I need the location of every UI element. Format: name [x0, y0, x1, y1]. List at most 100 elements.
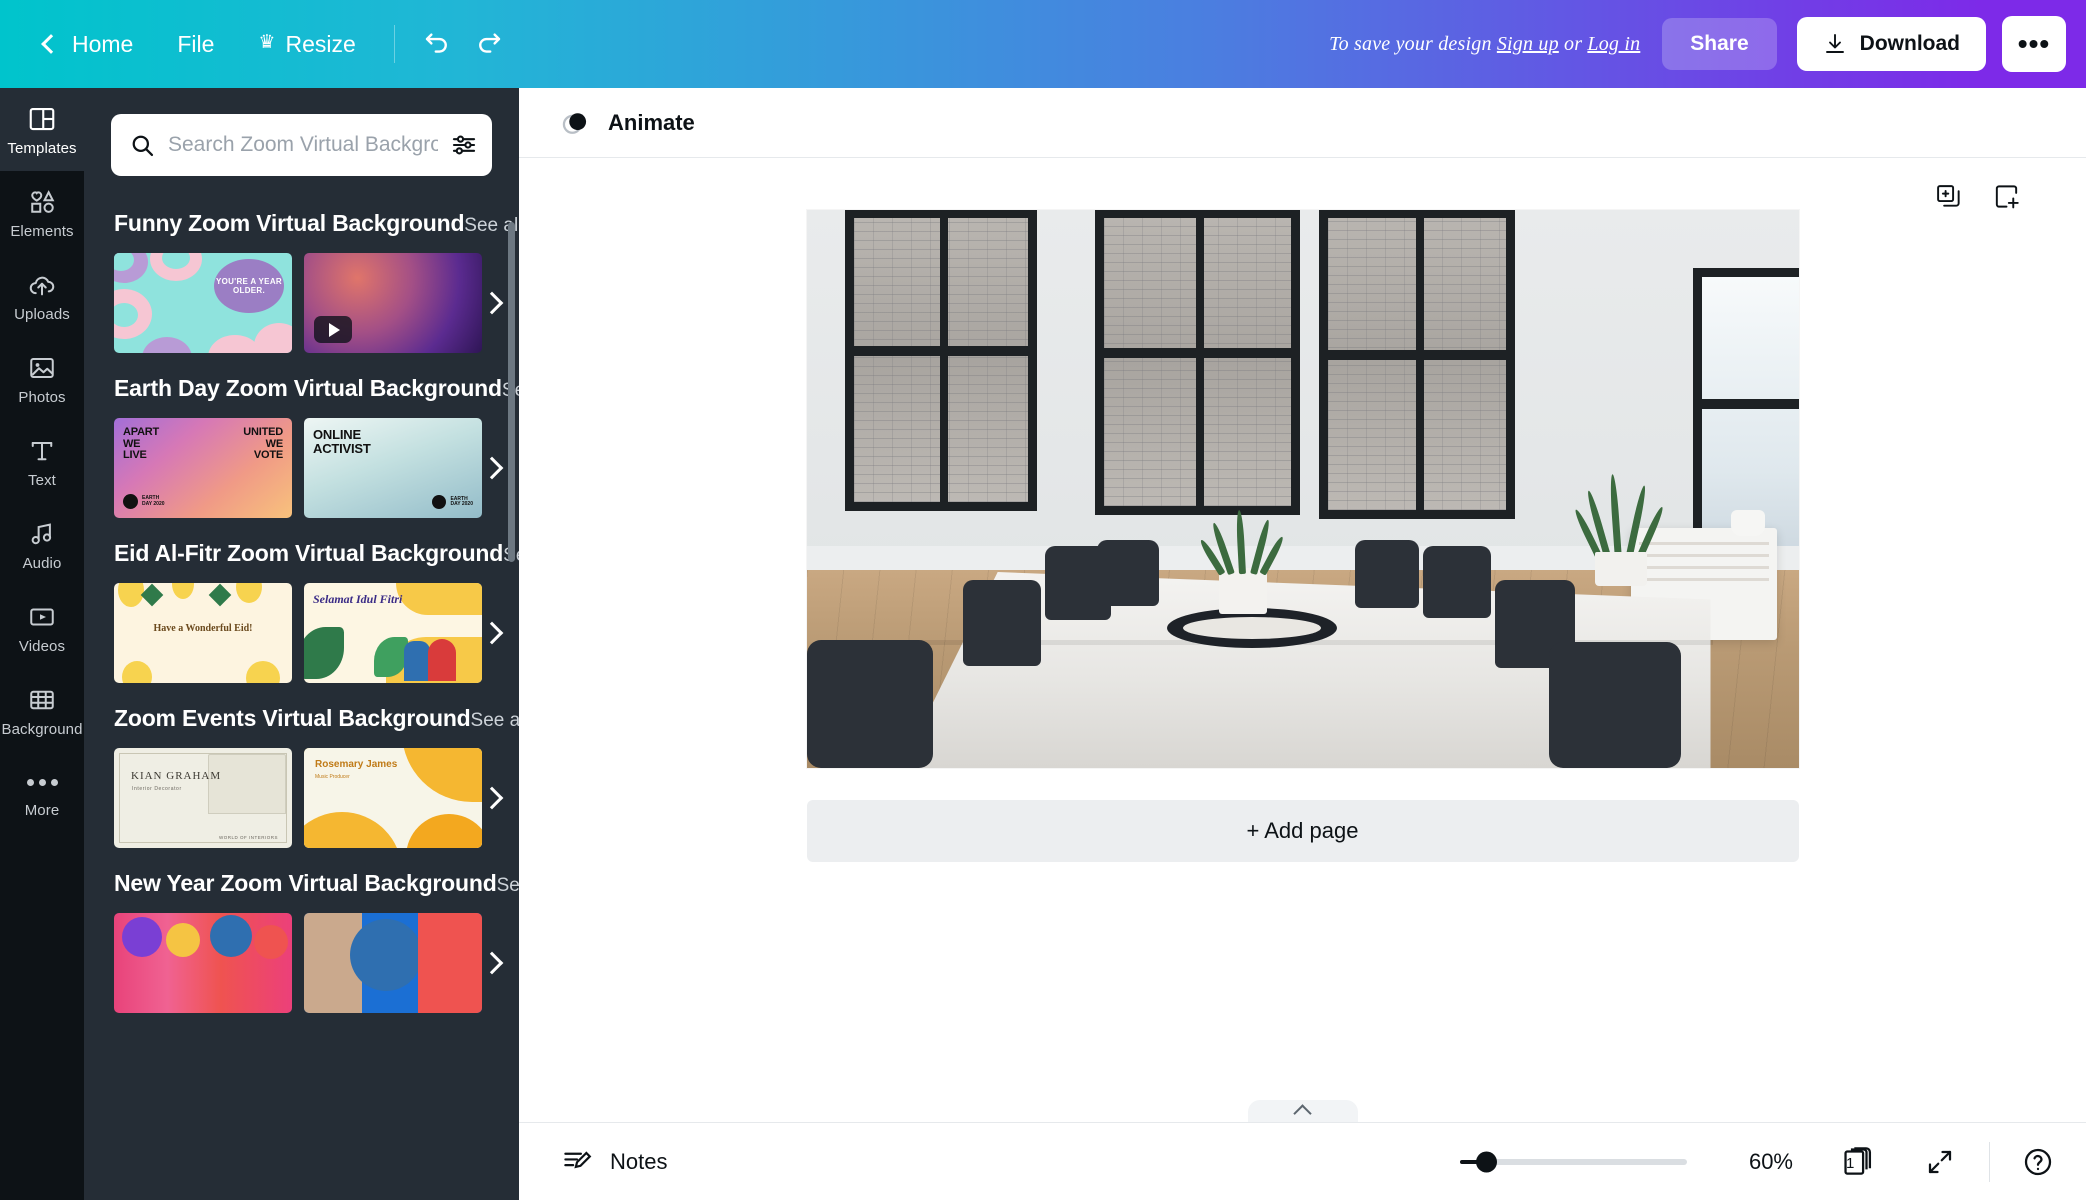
- add-page-label: + Add page: [1246, 818, 1359, 843]
- sidebar-item-background[interactable]: Background: [0, 669, 84, 752]
- sidebar-item-uploads[interactable]: Uploads: [0, 254, 84, 337]
- template-thumbnail[interactable]: APART WE LIVE UNITED WE VOTE EARTH DAY 2020: [114, 418, 292, 518]
- bottom-divider: [1989, 1141, 1990, 1182]
- search-icon: [132, 135, 154, 156]
- thumbnail-brand: EARTH DAY 2020: [432, 495, 473, 509]
- sidebar-item-more[interactable]: More: [0, 752, 84, 835]
- sidebar-item-label: Photos: [18, 388, 66, 406]
- home-label: Home: [72, 30, 134, 57]
- template-thumbnail[interactable]: Have a Wonderful Eid!: [114, 583, 292, 683]
- notes-pencil-icon: [564, 1151, 592, 1169]
- see-all-link[interactable]: See all: [497, 875, 519, 897]
- more-dots-icon: •••: [2017, 28, 2051, 60]
- redo-icon: [478, 33, 500, 53]
- next-templates-arrow[interactable]: [477, 946, 511, 980]
- elements-icon: [31, 189, 55, 213]
- plant-pot-center: [1218, 568, 1267, 614]
- section-header: Earth Day Zoom Virtual Background See al…: [84, 357, 519, 418]
- section-header: Zoom Events Virtual Background See all: [84, 687, 519, 748]
- help-button[interactable]: [2016, 1140, 2060, 1184]
- thumbnail-subtext: Music Producer: [315, 774, 350, 780]
- filter-icon[interactable]: [450, 131, 478, 159]
- resize-button[interactable]: ♛ Resize: [236, 22, 377, 67]
- design-canvas[interactable]: [806, 210, 1799, 768]
- vase: [1730, 510, 1765, 536]
- download-button[interactable]: Download: [1796, 17, 1986, 71]
- canvas-area[interactable]: + Add page: [519, 158, 2086, 1122]
- chair: [806, 640, 933, 768]
- top-toolbar-right: To save your design Sign up or Log in Sh…: [1329, 16, 2086, 72]
- sidebar-item-photos[interactable]: Photos: [0, 337, 84, 420]
- window-center: [1094, 210, 1300, 515]
- chair: [1096, 540, 1159, 606]
- template-thumbnail[interactable]: Rosemary James Music Producer: [304, 748, 482, 848]
- template-thumbnail[interactable]: Selamat Idul Fitri: [304, 583, 482, 683]
- next-templates-arrow[interactable]: [477, 781, 511, 815]
- thumbnail-row: APART WE LIVE UNITED WE VOTE EARTH DAY 2020 O…: [84, 418, 519, 518]
- template-thumbnail[interactable]: [304, 913, 482, 1013]
- animate-button[interactable]: Animate: [547, 99, 707, 147]
- notes-button[interactable]: Notes: [547, 1137, 681, 1186]
- panel-scrollbar[interactable]: [508, 222, 515, 562]
- duplicate-page-button[interactable]: [1930, 178, 1966, 214]
- undo-button[interactable]: [411, 18, 463, 70]
- resize-label: Resize: [285, 30, 356, 57]
- sidebar-item-label: Uploads: [14, 305, 70, 323]
- sidebar-item-audio[interactable]: Audio: [0, 503, 84, 586]
- add-page-button[interactable]: [1988, 178, 2024, 214]
- zoom-slider-track[interactable]: [1476, 1151, 1687, 1172]
- save-prompt-text: To save your design: [1329, 32, 1497, 55]
- next-templates-arrow[interactable]: [477, 616, 511, 650]
- save-prompt: To save your design Sign up or Log in: [1329, 33, 1640, 56]
- section-header: New Year Zoom Virtual Background See all: [84, 852, 519, 913]
- section-title: Zoom Events Virtual Background: [114, 705, 471, 731]
- add-page-bar[interactable]: + Add page: [806, 800, 1799, 862]
- section-header: Eid Al-Fitr Zoom Virtual Background See …: [84, 522, 519, 583]
- sidebar-item-videos[interactable]: Videos: [0, 586, 84, 669]
- home-button[interactable]: Home: [22, 22, 155, 67]
- sidebar-item-elements[interactable]: Elements: [0, 171, 84, 254]
- section-title: New Year Zoom Virtual Background: [114, 870, 497, 896]
- undo-icon: [425, 33, 447, 53]
- sidebar-item-templates[interactable]: Templates: [0, 88, 84, 171]
- template-thumbnail[interactable]: ONLINE ACTIVIST EARTH DAY 2020: [304, 418, 482, 518]
- redo-button[interactable]: [463, 18, 515, 70]
- see-all-link[interactable]: See all: [471, 710, 519, 732]
- share-button[interactable]: Share: [1662, 18, 1777, 70]
- signup-link[interactable]: Sign up: [1497, 33, 1559, 55]
- next-templates-arrow[interactable]: [477, 286, 511, 320]
- expand-icon: [1928, 1150, 1952, 1173]
- search-input[interactable]: [168, 133, 438, 157]
- bottom-toolbar-right: 60% 1: [1460, 1139, 2060, 1185]
- file-button[interactable]: File: [155, 22, 236, 67]
- thumbnail-row: KIAN GRAHAM Interior Decorator WORLD OF …: [84, 748, 519, 848]
- template-thumbnail[interactable]: [304, 253, 482, 353]
- more-options-button[interactable]: •••: [2002, 16, 2066, 72]
- animate-circles-icon: [562, 112, 587, 134]
- background-icon: [30, 690, 54, 709]
- toolbar-divider: [393, 25, 395, 63]
- uploads-icon: [29, 276, 55, 295]
- file-label: File: [177, 30, 215, 57]
- templates-scroll-area[interactable]: Funny Zoom Virtual Background See all YO…: [84, 192, 519, 1200]
- template-thumbnail[interactable]: KIAN GRAHAM Interior Decorator WORLD OF …: [114, 748, 292, 848]
- next-templates-arrow[interactable]: [477, 451, 511, 485]
- sidebar-item-text[interactable]: Text: [0, 420, 84, 503]
- thumbnail-text-left: APART WE LIVE: [123, 426, 160, 462]
- zoom-slider[interactable]: [1460, 1151, 1687, 1172]
- template-thumbnail[interactable]: [114, 913, 292, 1013]
- main-area: Animate + Add page Notes 60% 1: [519, 88, 2086, 1200]
- expand-button[interactable]: [1919, 1141, 1961, 1183]
- thumbnail-row: YOU'RE A YEAR OLDER.: [84, 253, 519, 353]
- zoom-slider-knob[interactable]: [1476, 1151, 1497, 1172]
- zoom-percent: 60%: [1748, 1148, 1793, 1174]
- section-eid: Eid Al-Fitr Zoom Virtual Background See …: [84, 522, 519, 683]
- scroll-up-nub[interactable]: [1247, 1100, 1358, 1122]
- chair: [1422, 546, 1491, 618]
- section-zoom-events: Zoom Events Virtual Background See all K…: [84, 687, 519, 848]
- share-label: Share: [1690, 32, 1749, 55]
- pages-button[interactable]: 1: [1835, 1139, 1881, 1185]
- login-link[interactable]: Log in: [1587, 33, 1640, 55]
- template-thumbnail[interactable]: YOU'RE A YEAR OLDER.: [114, 253, 292, 353]
- search-box[interactable]: [111, 114, 492, 176]
